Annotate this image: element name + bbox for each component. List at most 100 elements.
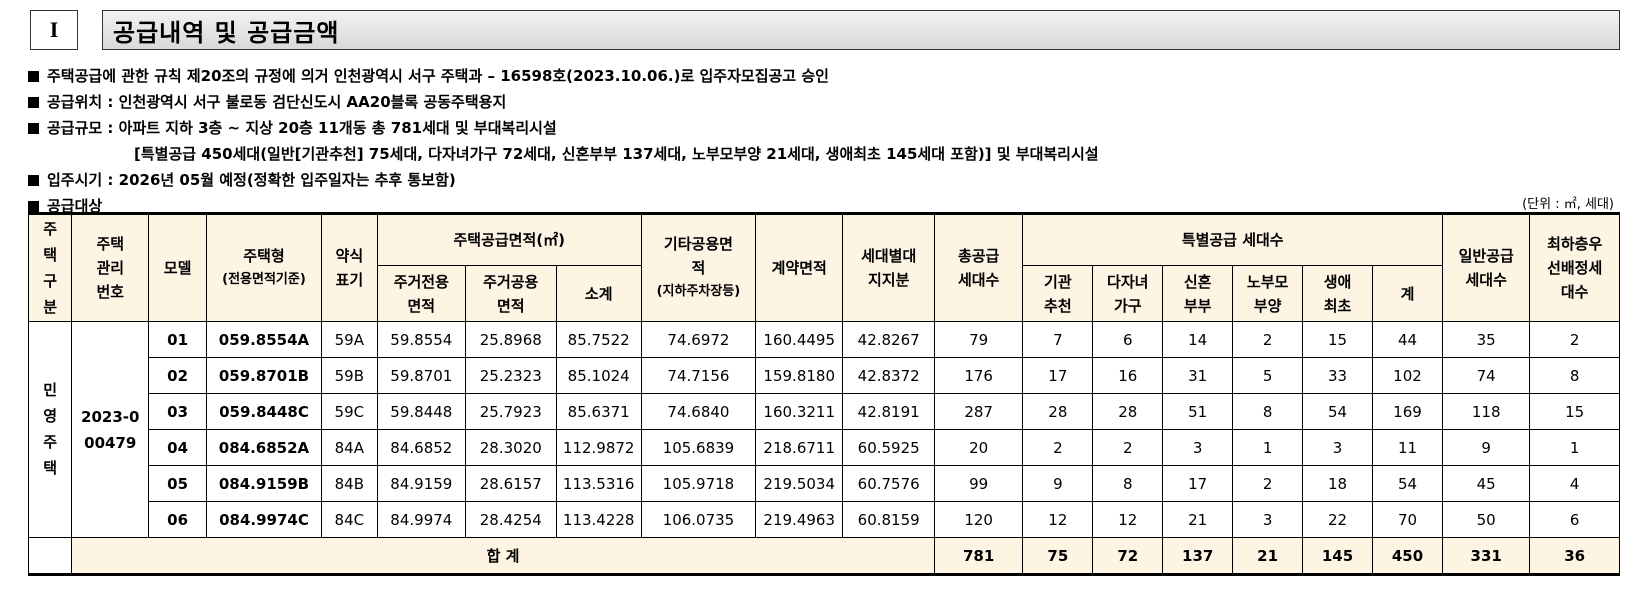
header-general: 일반공급세대수 [1441,213,1531,322]
cell-general: 50 [1441,501,1531,538]
table-row: 05 084.9159B 84B 84.9159 28.6157 113.531… [29,465,1620,502]
cell-contract: 218.6711 [755,429,844,466]
cell-total: 99 [933,465,1024,502]
cell-other-common: 106.0735 [640,501,757,538]
cell-newlywed: 51 [1162,393,1234,430]
header-mgmt-no: 주택관리번호 [71,213,150,322]
cell-total: 120 [933,501,1024,538]
cell-lowest: 2 [1529,321,1620,358]
cell-institution: 9 [1022,465,1094,502]
square-bullet-icon [28,201,39,212]
cell-contract: 219.5034 [755,465,844,502]
cell-subtotal: 85.6371 [555,393,642,430]
group-type: 민영주택 [27,321,73,538]
total-row: 합 계 781 75 72 137 21 145 450 331 36 [27,537,1620,575]
header-total-supply: 총공급세대수 [933,213,1024,322]
header-elderly: 노부모부양 [1232,265,1304,322]
table-row: 06 084.9974C 84C 84.9974 28.4254 113.422… [29,501,1620,538]
cell-common: 28.3020 [465,429,557,466]
cell-firsttime: 15 [1302,321,1373,358]
total-supply: 781 [933,537,1024,575]
cell-newlywed: 31 [1162,357,1234,394]
cell-total: 287 [933,393,1024,430]
square-bullet-icon [28,175,39,186]
bullet-scale-detail: [특별공급 450세대(일반[기관추천] 75세대, 다자녀가구 72세대, 신… [28,141,1618,167]
cell-abbr: 84C [321,501,378,538]
cell-multichild: 16 [1092,357,1164,394]
bullet-location: 공급위치 : 인천광역시 서구 불로동 검단신도시 AA20블록 공동주택용지 [28,89,1618,115]
cell-abbr: 59C [321,393,378,430]
cell-common: 28.4254 [465,501,557,538]
square-bullet-icon [28,71,39,82]
cell-other-common: 74.6840 [640,393,757,430]
cell-institution: 12 [1022,501,1094,538]
cell-land: 42.8372 [842,357,935,394]
cell-land: 42.8267 [842,321,935,358]
cell-general: 74 [1441,357,1531,394]
unit-note: (단위 : ㎡, 세대) [1522,197,1614,212]
cell-type: 059.8448C [205,393,323,430]
bullet-text: 주택공급에 관한 규칙 제20조의 규정에 의거 인천광역시 서구 주택과 – … [47,67,829,85]
header-supply-area: 주택공급면적(㎡) [376,213,642,266]
cell-subtotal: 85.1024 [555,357,642,394]
table-row: 03 059.8448C 59C 59.8448 25.7923 85.6371… [29,393,1620,430]
cell-exclusive: 59.8701 [376,357,467,394]
cell-model: 03 [148,393,207,430]
supply-table: 주택구분 주택관리번호 모델 주택형 (전용면적기준) 약식표기 주택공급면적(㎡… [27,212,1620,576]
cell-model: 02 [148,357,207,394]
cell-general: 35 [1441,321,1531,358]
header-contract-area: 계약면적 [755,213,844,322]
bullet-scale: 공급규모 : 아파트 지하 3층 ~ 지상 20층 11개동 총 781세대 및… [28,115,1618,141]
header-subtotal: 소계 [555,265,642,322]
cell-common: 25.7923 [465,393,557,430]
cell-firsttime: 33 [1302,357,1373,394]
bullet-text: 공급규모 : 아파트 지하 3층 ~ 지상 20층 11개동 총 781세대 및… [47,119,557,137]
square-bullet-icon [28,123,39,134]
total-elderly: 21 [1232,537,1304,575]
cell-abbr: 84A [321,429,378,466]
cell-other-common: 74.7156 [640,357,757,394]
cell-elderly: 1 [1232,429,1304,466]
cell-sum: 44 [1371,321,1443,358]
cell-firsttime: 54 [1302,393,1373,430]
cell-lowest: 8 [1529,357,1620,394]
cell-firsttime: 18 [1302,465,1373,502]
cell-multichild: 28 [1092,393,1164,430]
cell-multichild: 8 [1092,465,1164,502]
cell-institution: 28 [1022,393,1094,430]
total-lowest: 36 [1529,537,1620,575]
table-row: 민영주택 2023-000479 01 059.8554A 59A 59.855… [27,321,1620,538]
total-sum: 450 [1371,537,1443,575]
header-institution: 기관추천 [1022,265,1094,322]
total-firsttime: 145 [1302,537,1373,575]
cell-subtotal: 85.7522 [555,321,642,358]
table-row: 02 059.8701B 59B 59.8701 25.2323 85.1024… [29,357,1620,394]
cell-subtotal: 113.5316 [555,465,642,502]
cell-institution: 17 [1022,357,1094,394]
cell-exclusive: 84.6852 [376,429,467,466]
cell-newlywed: 3 [1162,429,1234,466]
cell-type: 059.8701B [205,357,323,394]
cell-newlywed: 17 [1162,465,1234,502]
cell-elderly: 2 [1232,465,1304,502]
cell-contract: 160.4495 [755,321,844,358]
cell-sum: 70 [1371,501,1443,538]
cell-type: 084.9974C [205,501,323,538]
header-type: 주택구분 [27,213,73,322]
header-land-share: 세대별대지지분 [842,213,935,322]
section-number: I [30,10,78,50]
section-header: I 공급내역 및 공급금액 [30,10,1620,50]
cell-subtotal: 112.9872 [555,429,642,466]
square-bullet-icon [28,97,39,108]
cell-model: 06 [148,501,207,538]
cell-land: 60.7576 [842,465,935,502]
total-multichild: 72 [1092,537,1164,575]
cell-abbr: 59B [321,357,378,394]
cell-abbr: 59A [321,321,378,358]
header-other-common: 기타공용면적 (지하주차장등) [640,213,757,322]
bullet-approval: 주택공급에 관한 규칙 제20조의 규정에 의거 인천광역시 서구 주택과 – … [28,63,1618,89]
cell-land: 60.5925 [842,429,935,466]
cell-general: 118 [1441,393,1531,430]
cell-sum: 102 [1371,357,1443,394]
cell-type: 084.9159B [205,465,323,502]
